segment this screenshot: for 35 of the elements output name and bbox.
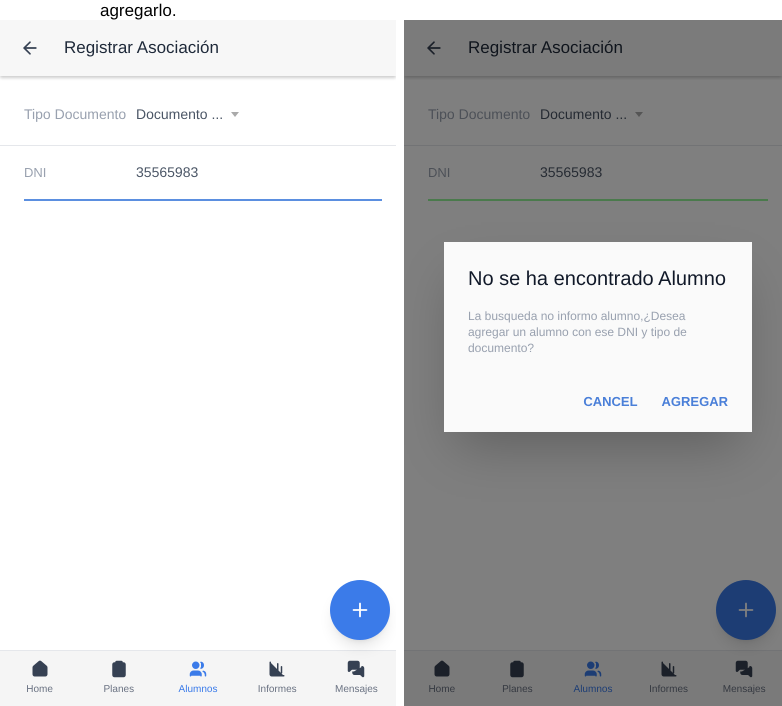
dialog-message: La busqueda no informo alumno,¿Desea agregar un alumno con ese DNI y tipo de documento? [468, 308, 688, 356]
field-label: Tipo Documento [24, 106, 128, 123]
document-type-dropdown[interactable]: Documento ... [540, 104, 644, 125]
bar-chart-icon [660, 660, 678, 678]
dropdown-triangle-icon [635, 112, 644, 117]
people-icon [189, 660, 207, 678]
nav-tab[interactable]: Mensajes [706, 651, 782, 706]
people-icon [584, 660, 602, 678]
nav-tab[interactable]: Informes [630, 651, 706, 706]
home-icon [432, 660, 451, 678]
dialog-title: No se ha encontrado Alumno [468, 267, 727, 292]
nav-tab[interactable]: Alumnos [555, 651, 631, 706]
clipboard-icon [110, 660, 128, 678]
dialog-button[interactable]: CANCEL [583, 392, 638, 412]
document-type-dropdown[interactable]: Documento ... [136, 104, 240, 125]
caption-text: agregarlo. [100, 1, 177, 20]
screen-title: Registrar Asociación [64, 37, 219, 60]
dni-value: 35565983 [136, 163, 198, 182]
nav-tab[interactable]: Planes [79, 651, 158, 706]
nav-tab[interactable]: Informes [238, 651, 317, 706]
nav-tab[interactable]: Alumnos [158, 651, 238, 706]
chat-icon [735, 660, 754, 678]
nav-tab[interactable]: Home [0, 651, 80, 706]
home-icon [30, 660, 49, 678]
bar-chart-icon [268, 660, 286, 678]
dni-value: 35565983 [540, 163, 602, 182]
field-label: DNI [24, 164, 48, 182]
dropdown-triangle-icon [231, 112, 240, 117]
dialog-button[interactable]: AGREGAR [662, 392, 728, 412]
screen-title: Registrar Asociación [468, 37, 623, 60]
clipboard-icon [508, 660, 526, 678]
nav-tab[interactable]: Planes [480, 651, 556, 706]
nav-tab[interactable]: Home [404, 651, 480, 706]
chat-icon [347, 660, 366, 678]
nav-tab[interactable]: Mensajes [316, 651, 396, 706]
